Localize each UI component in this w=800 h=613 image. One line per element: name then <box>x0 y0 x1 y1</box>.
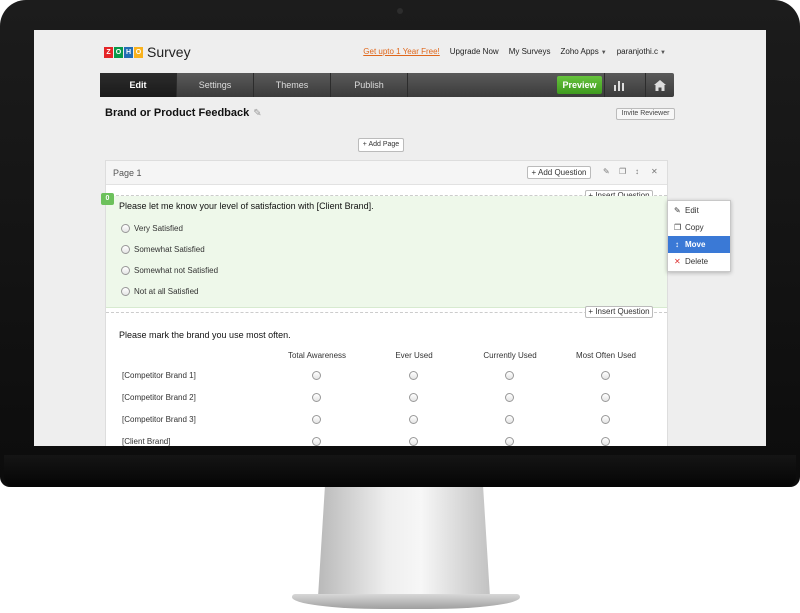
matrix-radio[interactable] <box>312 371 321 380</box>
copy-icon[interactable]: ❐ <box>619 167 626 176</box>
logo-letter-o2: O <box>134 46 143 58</box>
pencil-icon: ✎ <box>674 206 681 215</box>
tab-settings[interactable]: Settings <box>177 73 254 97</box>
survey-title-row: Brand or Product Feedback ✎ <box>105 107 262 119</box>
invite-reviewer-button[interactable]: Invite Reviewer <box>616 108 675 120</box>
matrix-radio[interactable] <box>601 437 610 446</box>
column-header: Currently Used <box>483 351 537 360</box>
menu-item-delete[interactable]: ✕ Delete <box>668 253 730 270</box>
matrix-radio[interactable] <box>409 415 418 424</box>
option-label: Somewhat not Satisfied <box>134 266 219 275</box>
option-somewhat-not-satisfied[interactable]: Somewhat not Satisfied <box>121 266 218 275</box>
monitor-stand <box>318 487 490 597</box>
camera <box>397 8 403 14</box>
user-menu[interactable]: paranjothi.c ▼ <box>617 47 666 56</box>
pencil-icon[interactable]: ✎ <box>253 108 261 119</box>
move-icon: ↕ <box>675 240 679 249</box>
option-somewhat-satisfied[interactable]: Somewhat Satisfied <box>121 245 205 254</box>
user-name: paranjothi.c <box>616 47 659 56</box>
tab-edit[interactable]: Edit <box>100 73 177 97</box>
zoho-survey-logo[interactable]: Z O H O Survey <box>104 44 191 60</box>
bar-chart-icon[interactable] <box>604 73 632 97</box>
matrix-radio[interactable] <box>505 415 514 424</box>
divider <box>106 312 667 313</box>
radio-button[interactable] <box>121 245 130 254</box>
zoho-apps-label: Zoho Apps <box>560 47 599 56</box>
menu-item-label: Move <box>685 240 706 249</box>
matrix-radio[interactable] <box>505 437 514 446</box>
main-nav: Edit Settings Themes Publish Preview <box>100 73 674 97</box>
top-links: Get upto 1 Year Free! Upgrade Now My Sur… <box>363 47 666 56</box>
radio-button[interactable] <box>121 287 130 296</box>
delete-icon: ✕ <box>674 257 681 266</box>
preview-button[interactable]: Preview <box>557 76 602 94</box>
logo-letter-z: Z <box>104 46 113 58</box>
menu-item-move[interactable]: ↕ Move <box>668 236 730 253</box>
copy-icon: ❐ <box>674 223 682 232</box>
matrix-radio[interactable] <box>601 393 610 402</box>
my-surveys-link[interactable]: My Surveys <box>509 47 551 56</box>
insert-question-button[interactable]: + Insert Question <box>585 306 653 318</box>
tab-themes[interactable]: Themes <box>254 73 331 97</box>
row-label: [Client Brand] <box>122 437 171 446</box>
zoho-apps-menu[interactable]: Zoho Apps ▼ <box>560 47 606 56</box>
matrix-radio[interactable] <box>601 415 610 424</box>
column-header: Total Awareness <box>287 351 347 360</box>
menu-item-edit[interactable]: ✎ Edit <box>668 202 730 219</box>
matrix-radio[interactable] <box>601 371 610 380</box>
edit-icon[interactable]: ✎ <box>603 167 610 176</box>
menu-item-label: Copy <box>685 223 704 232</box>
chevron-down-icon: ▼ <box>660 50 666 56</box>
tab-publish[interactable]: Publish <box>331 73 408 97</box>
menu-item-copy[interactable]: ❐ Copy <box>668 219 730 236</box>
row-label: [Competitor Brand 2] <box>122 393 196 402</box>
option-label: Not at all Satisfied <box>134 287 199 296</box>
zoho-logo-blocks: Z O H O <box>104 46 143 58</box>
row-label: [Competitor Brand 1] <box>122 371 196 380</box>
question-text: Please let me know your level of satisfa… <box>119 201 374 211</box>
move-icon[interactable]: ↕ <box>635 167 639 176</box>
matrix-radio[interactable] <box>409 393 418 402</box>
close-icon[interactable]: ✕ <box>651 167 658 176</box>
row-label: [Competitor Brand 3] <box>122 415 196 424</box>
logo-text: Survey <box>147 44 191 60</box>
page-label: Page 1 <box>113 168 142 178</box>
matrix-radio[interactable] <box>312 415 321 424</box>
page-card: Page 1 + Add Question ✎ ❐ ↕ ✕ + Insert Q… <box>101 160 668 446</box>
question-text: Please mark the brand you use most often… <box>119 330 291 340</box>
option-label: Somewhat Satisfied <box>134 245 205 254</box>
matrix-radio[interactable] <box>505 371 514 380</box>
add-page-button[interactable]: + Add Page <box>358 138 404 152</box>
top-bar: Z O H O Survey Get upto 1 Year Free! Upg… <box>34 30 766 70</box>
radio-button[interactable] <box>121 224 130 233</box>
survey-title: Brand or Product Feedback <box>105 107 250 119</box>
matrix-radio[interactable] <box>409 437 418 446</box>
question-number-badge: 0 <box>101 193 114 205</box>
matrix-radio[interactable] <box>312 393 321 402</box>
matrix-radio[interactable] <box>409 371 418 380</box>
add-question-button[interactable]: + Add Question <box>527 166 591 179</box>
upgrade-link[interactable]: Upgrade Now <box>450 47 499 56</box>
option-label: Very Satisfied <box>134 224 183 233</box>
matrix-radio[interactable] <box>505 393 514 402</box>
home-icon[interactable] <box>645 73 673 97</box>
menu-item-label: Edit <box>685 206 699 215</box>
matrix-radio[interactable] <box>312 437 321 446</box>
logo-letter-o: O <box>114 46 123 58</box>
screen: Z O H O Survey Get upto 1 Year Free! Upg… <box>34 30 766 446</box>
column-header: Ever Used <box>395 351 433 360</box>
promo-link[interactable]: Get upto 1 Year Free! <box>363 47 440 56</box>
question-block-1[interactable]: 0 Please let me know your level of satis… <box>101 193 667 308</box>
monitor-base <box>292 594 520 609</box>
menu-item-label: Delete <box>685 257 709 266</box>
option-very-satisfied[interactable]: Very Satisfied <box>121 224 183 233</box>
page-header: Page 1 + Add Question ✎ ❐ ↕ ✕ <box>106 161 667 185</box>
question-context-menu: ✎ Edit ❐ Copy ↕ Move ✕ Delete <box>667 200 731 272</box>
radio-button[interactable] <box>121 266 130 275</box>
chevron-down-icon: ▼ <box>600 50 607 56</box>
option-not-at-all-satisfied[interactable]: Not at all Satisfied <box>121 287 198 296</box>
column-header: Most Often Used <box>575 351 637 360</box>
monitor-chin <box>4 455 796 487</box>
logo-letter-h: H <box>124 46 133 58</box>
